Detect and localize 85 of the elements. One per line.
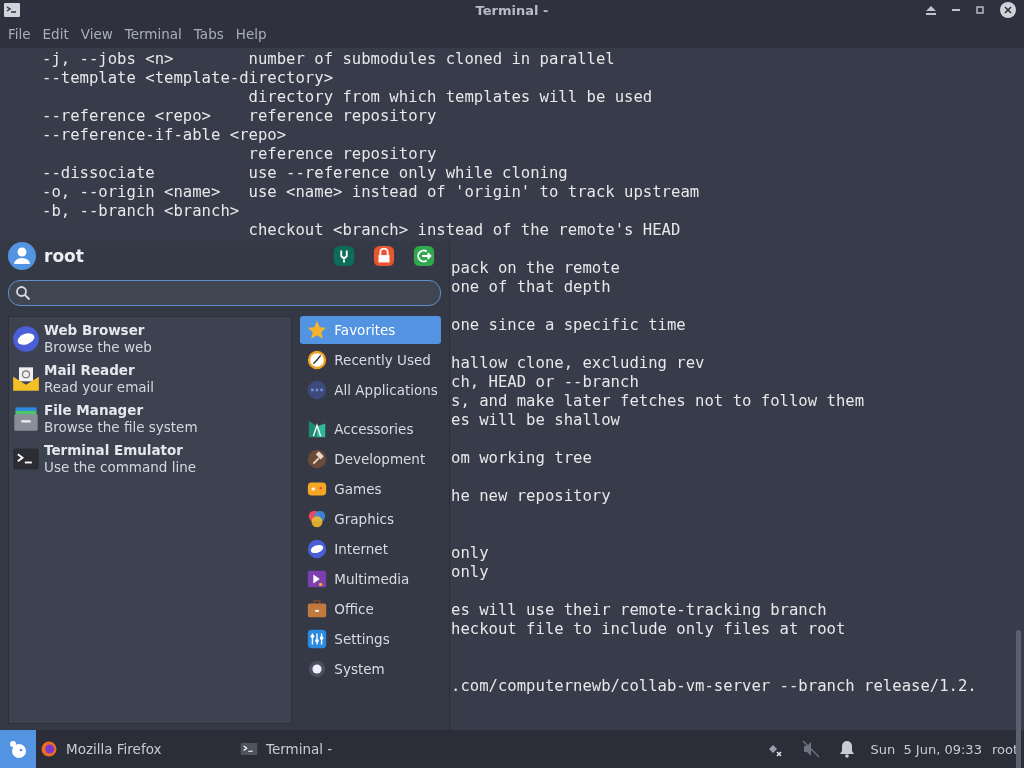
mouse-logo-icon xyxy=(8,739,28,759)
terminal-line: -b, --branch <branch> xyxy=(42,202,240,221)
terminal-line: only xyxy=(451,544,489,563)
app-description: Browse the web xyxy=(44,339,152,356)
terminal-line: es will be shallow xyxy=(451,411,620,430)
maximize-icon[interactable] xyxy=(976,6,984,14)
scrollbar-thumb[interactable] xyxy=(1016,630,1021,768)
category-item[interactable]: Development xyxy=(300,445,441,473)
category-item[interactable]: Settings xyxy=(300,625,441,653)
category-item[interactable]: All Applications xyxy=(300,376,441,404)
mail-icon xyxy=(12,365,40,393)
terminal-line: one of that depth xyxy=(451,278,611,297)
taskbar-item[interactable]: Mozilla Firefox xyxy=(36,730,236,768)
terminal-line: --dissociate use --reference only while cloning xyxy=(42,164,568,183)
favorite-app-item[interactable]: Web Browser Browse the web xyxy=(9,319,292,359)
category-item[interactable]: Recently Used xyxy=(300,346,441,374)
eject-icon[interactable] xyxy=(926,5,936,15)
app-description: Use the command line xyxy=(44,459,196,476)
bell-icon[interactable] xyxy=(838,740,857,758)
volume-muted-icon[interactable] xyxy=(802,740,821,758)
terminal-line: hallow clone, excluding rev xyxy=(451,354,705,373)
terminal-line: --reference-if-able <repo> xyxy=(42,126,287,145)
terminal-line: ch, HEAD or --branch xyxy=(451,373,639,392)
window-title: Terminal - xyxy=(475,2,549,18)
category-item[interactable]: Multimedia xyxy=(300,565,441,593)
terminal-icon xyxy=(240,740,258,758)
globe-icon xyxy=(306,538,329,560)
media-icon xyxy=(306,568,329,590)
start-menu-button[interactable] xyxy=(0,730,36,768)
terminal-line: pack on the remote xyxy=(451,259,620,278)
sliders-icon xyxy=(306,628,329,650)
category-item[interactable]: Games xyxy=(300,475,441,503)
app-name: Mail Reader xyxy=(44,362,136,379)
app-name: Web Browser xyxy=(44,322,146,339)
terminal-line: he new repository xyxy=(451,487,611,506)
terminal-line: es will use their remote-tracking branch xyxy=(451,601,827,620)
terminal-line: --reference <repo> reference repository xyxy=(42,107,437,126)
terminal-line: --template <template-directory> xyxy=(42,69,334,88)
terminal-line: heckout file to include only files at root xyxy=(451,620,846,639)
taskbar-item[interactable]: Terminal - xyxy=(236,730,386,768)
menu-item[interactable]: Tabs xyxy=(187,26,230,42)
terminal-line: reference repository xyxy=(247,145,437,164)
menu-item[interactable]: View xyxy=(74,26,119,42)
browser-icon xyxy=(40,740,58,758)
category-item[interactable]: Internet xyxy=(300,535,441,563)
app-name: File Manager xyxy=(44,402,145,419)
menu-item[interactable]: Edit xyxy=(36,26,75,42)
search-icon xyxy=(15,285,31,301)
settings-icon[interactable] xyxy=(333,245,355,267)
category-item[interactable]: Graphics xyxy=(300,505,441,533)
category-item[interactable]: System xyxy=(300,655,441,683)
terminal-icon[interactable] xyxy=(4,3,20,17)
user-avatar-icon xyxy=(8,242,36,270)
category-item[interactable]: Accessories xyxy=(300,415,441,443)
user-name: root xyxy=(44,246,85,266)
app-name: Terminal Emulator xyxy=(44,442,184,459)
terminal-line: -j, --jobs <n> number of submodules cloned in parallel xyxy=(42,50,615,69)
briefcase-icon xyxy=(306,598,329,620)
favorite-app-item[interactable]: Mail Reader Read your email xyxy=(9,359,292,399)
app-description: Read your email xyxy=(44,379,155,396)
file-cabinet-icon xyxy=(12,405,40,433)
category-item[interactable]: Office xyxy=(300,595,441,623)
terminal-line: s, and make later fetches not to follow them xyxy=(451,392,865,411)
favorite-app-item[interactable]: Terminal Emulator Use the command line xyxy=(9,439,292,479)
menu-item[interactable]: File xyxy=(2,26,37,42)
terminal-line: one since a specific time xyxy=(451,316,686,335)
clock-icon xyxy=(306,349,329,371)
terminal-line: om working tree xyxy=(451,449,592,468)
menu-item[interactable]: Help xyxy=(229,26,273,42)
terminal-line: -o, --origin <name> use <name> instead of 'origin' to track upstream xyxy=(42,183,700,202)
apps-icon xyxy=(306,379,329,401)
clock[interactable]: Sun 5 Jun, 09:33 xyxy=(870,741,982,757)
lock-icon[interactable] xyxy=(373,245,395,267)
globe-icon xyxy=(12,325,40,353)
logout-icon[interactable] xyxy=(413,245,435,267)
terminal-line: .com/computernewb/collab-vm-server --branch release/1.2. xyxy=(451,677,977,696)
favorite-app-item[interactable]: File Manager Browse the file system xyxy=(9,399,292,439)
hammer-icon xyxy=(306,448,329,470)
search-field[interactable] xyxy=(8,280,441,306)
menu-item[interactable]: Terminal xyxy=(118,26,188,42)
app-description: Browse the file system xyxy=(44,419,198,436)
close-icon[interactable] xyxy=(1000,2,1016,18)
terminal-line: checkout <branch> instead of the remote's HEAD xyxy=(247,221,681,240)
terminal-line: only xyxy=(451,563,489,582)
terminal-line: directory from which templates will be used xyxy=(247,88,653,107)
